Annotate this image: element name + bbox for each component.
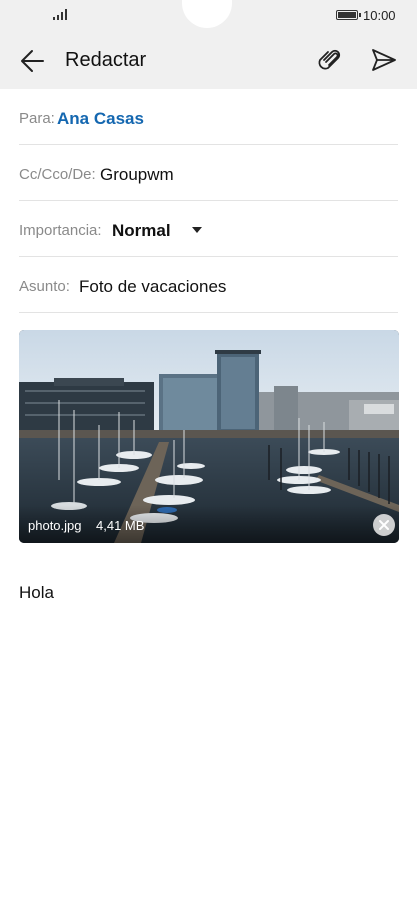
status-time: 10:00: [363, 8, 396, 23]
page-title: Redactar: [65, 49, 147, 71]
to-field[interactable]: Para: Ana Casas: [19, 89, 398, 145]
cc-field[interactable]: Cc/Cco/De: Groupwm: [19, 145, 398, 201]
cc-value[interactable]: Groupwm: [100, 165, 174, 185]
back-arrow-icon: [21, 50, 44, 72]
subject-field[interactable]: Asunto: Foto de vacaciones: [19, 257, 398, 313]
send-button[interactable]: [371, 48, 397, 72]
importance-label: Importancia:: [19, 222, 102, 239]
attachment-preview[interactable]: photo.jpg 4,41 MB: [19, 330, 399, 543]
back-button[interactable]: [20, 48, 46, 74]
dropdown-arrow-icon[interactable]: [192, 227, 202, 233]
message-body[interactable]: Hola: [19, 583, 54, 603]
attach-button[interactable]: [316, 47, 342, 73]
signal-icon: [53, 9, 67, 20]
paperclip-icon: [318, 49, 341, 70]
importance-value[interactable]: Normal: [112, 221, 171, 241]
cc-label: Cc/Cco/De:: [19, 166, 96, 183]
to-recipient[interactable]: Ana Casas: [57, 109, 144, 129]
subject-label: Asunto:: [19, 278, 70, 295]
to-label: Para:: [19, 110, 55, 127]
subject-input[interactable]: Foto de vacaciones: [79, 277, 226, 297]
send-icon: [372, 49, 396, 71]
battery-icon: [336, 10, 361, 20]
remove-attachment-button[interactable]: [373, 514, 395, 536]
attachment-filename: photo.jpg: [28, 518, 82, 533]
app-bar: Redactar: [0, 32, 417, 89]
attachment-size: 4,41 MB: [96, 518, 145, 533]
importance-select[interactable]: Importancia: Normal: [19, 201, 398, 257]
close-icon: [379, 520, 389, 530]
